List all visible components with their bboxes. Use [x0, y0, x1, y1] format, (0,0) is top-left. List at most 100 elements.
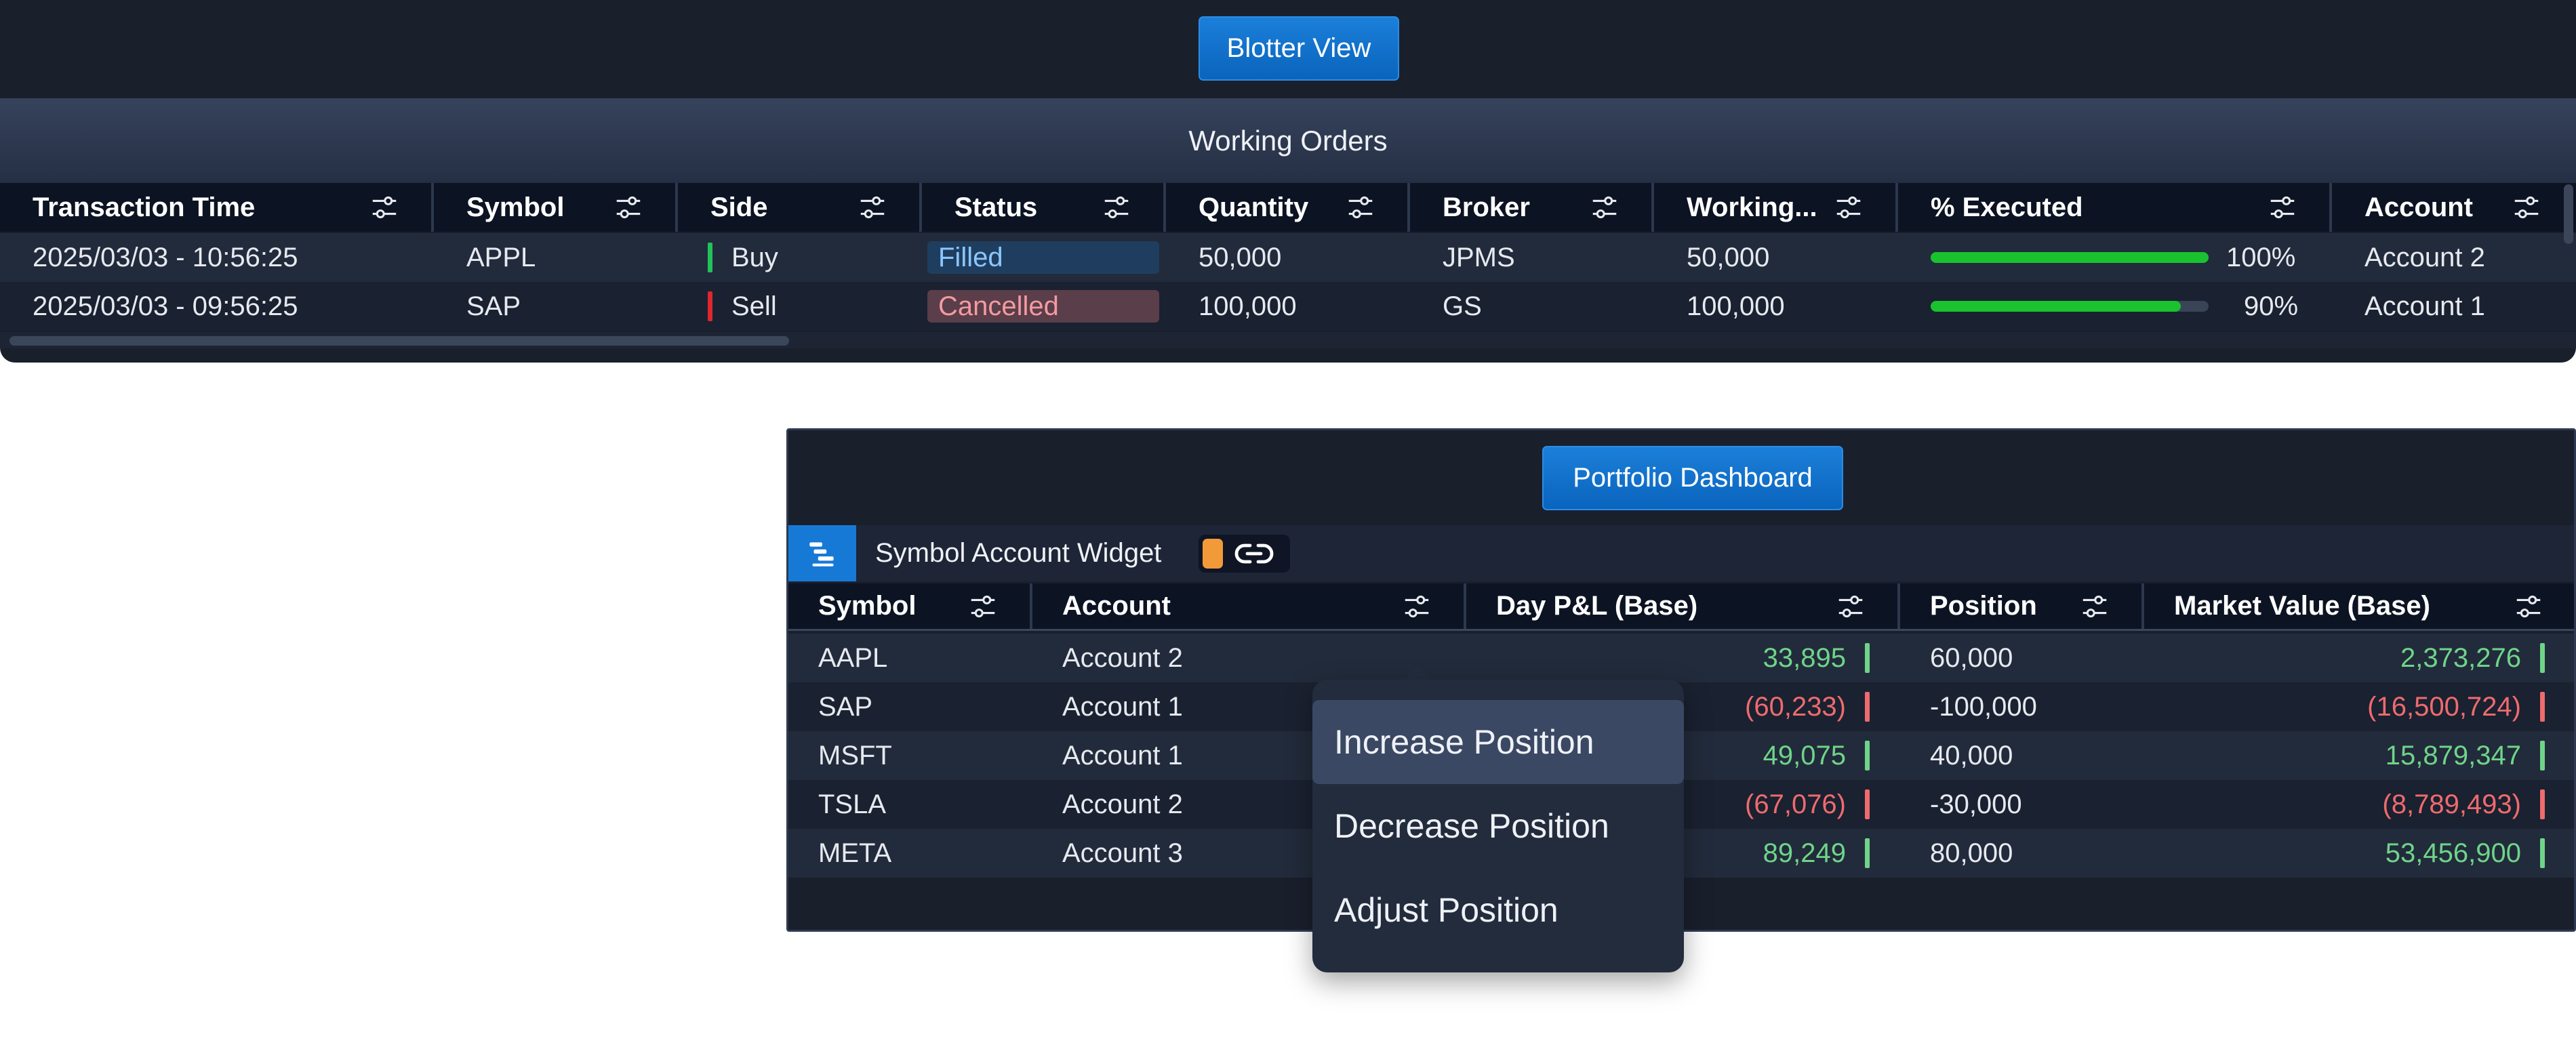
horizontal-scrollbar[interactable]	[0, 332, 2576, 348]
symbol-cell: AAPL	[818, 642, 888, 673]
vertical-scrollbar[interactable]	[2564, 184, 2573, 244]
market-value-indicator	[2540, 643, 2545, 673]
column-resizer[interactable]	[1464, 583, 1466, 629]
account-cell: Account 2	[1062, 789, 1183, 819]
pnl-indicator	[1865, 838, 1870, 868]
filter-icon[interactable]	[369, 192, 400, 223]
day-pnl-cell: 33,895	[1763, 642, 1846, 673]
table-row[interactable]: 2025/03/03 - 09:56:25 SAP Sell Cancelled…	[0, 282, 2576, 331]
column-resizer[interactable]	[1407, 183, 1410, 232]
quantity-cell: 100,000	[1199, 291, 1297, 321]
column-resizer[interactable]	[1897, 583, 1900, 629]
executed-label: 90%	[2244, 291, 2299, 321]
filter-icon[interactable]	[613, 192, 644, 223]
column-resizer[interactable]	[919, 183, 922, 232]
working-cell: 100,000	[1687, 291, 1785, 321]
table-row[interactable]: AAPL Account 2 33,895 60,000 2,373,276	[788, 634, 2574, 682]
column-resizer[interactable]	[2329, 183, 2332, 232]
pnl-indicator	[1865, 789, 1870, 819]
blotter-view-button[interactable]: Blotter View	[1199, 16, 1399, 81]
column-header-market-value[interactable]: Market Value (Base)	[2174, 583, 2430, 629]
context-menu-pointer	[1403, 666, 1433, 681]
filter-icon[interactable]	[1589, 192, 1620, 223]
table-row[interactable]: 2025/03/03 - 10:56:25 APPL Buy Filled 50…	[0, 233, 2576, 282]
portfolio-dashboard-button[interactable]: Portfolio Dashboard	[1542, 446, 1843, 510]
status-badge: Cancelled	[927, 290, 1159, 323]
filter-icon[interactable]	[2511, 192, 2542, 223]
filter-icon[interactable]	[857, 192, 888, 223]
link-toggle[interactable]	[1199, 535, 1290, 573]
market-value-cell: 2,373,276	[2400, 642, 2521, 673]
symbol-cell: APPL	[466, 242, 536, 272]
filter-icon[interactable]	[2079, 591, 2110, 622]
working-orders-title: Working Orders	[0, 98, 2576, 183]
market-value-cell: 15,879,347	[2385, 740, 2521, 770]
column-header-broker[interactable]: Broker	[1443, 183, 1530, 232]
symbol-cell: TSLA	[818, 789, 887, 819]
filter-icon[interactable]	[1835, 591, 1866, 622]
column-resizer[interactable]	[2141, 583, 2144, 629]
column-header-position[interactable]: Position	[1930, 583, 2037, 629]
column-resizer[interactable]	[1163, 183, 1166, 232]
pnl-indicator	[1865, 692, 1870, 722]
link-icon	[1234, 543, 1274, 564]
transaction-time-cell: 2025/03/03 - 10:56:25	[33, 242, 298, 272]
filter-icon[interactable]	[2513, 591, 2544, 622]
menu-item-decrease-position[interactable]: Decrease Position	[1312, 784, 1684, 868]
side-cell: Buy	[708, 233, 778, 282]
widget-title: Symbol Account Widget	[875, 538, 1162, 568]
menu-item-increase-position[interactable]: Increase Position	[1312, 700, 1684, 784]
executed-progress-bar	[1931, 301, 2209, 312]
column-header-executed[interactable]: % Executed	[1931, 183, 2083, 232]
blotter-panel: Blotter View Working Orders Transaction …	[0, 0, 2576, 363]
widget-icon	[809, 541, 834, 567]
position-cell: -30,000	[1930, 789, 2022, 819]
account-cell: Account 1	[1062, 740, 1183, 770]
column-header-symbol[interactable]: Symbol	[818, 583, 916, 629]
column-header-day-pnl[interactable]: Day P&L (Base)	[1496, 583, 1697, 629]
menu-item-adjust-position[interactable]: Adjust Position	[1312, 868, 1684, 952]
column-header-status[interactable]: Status	[954, 183, 1037, 232]
executed-label: 100%	[2226, 242, 2296, 272]
column-header-symbol[interactable]: Symbol	[466, 183, 564, 232]
column-header-working[interactable]: Working...	[1687, 183, 1817, 232]
executed-progress-fill	[1931, 252, 2209, 263]
filter-icon[interactable]	[1345, 192, 1376, 223]
column-header-transaction-time[interactable]: Transaction Time	[33, 183, 255, 232]
symbol-cell: META	[818, 838, 892, 868]
widget-toolbar: Symbol Account Widget	[788, 525, 2574, 581]
market-value-indicator	[2540, 741, 2545, 770]
market-value-cell: 53,456,900	[2385, 838, 2521, 868]
account-cell: Account 2	[2364, 242, 2485, 272]
filter-icon[interactable]	[1101, 192, 1132, 223]
widget-menu-button[interactable]	[788, 525, 856, 581]
market-value-indicator	[2540, 838, 2545, 868]
column-resizer[interactable]	[675, 183, 678, 232]
portfolio-header-row: Symbol Account Day P&L (Base) Position M…	[788, 583, 2574, 631]
market-value-indicator	[2540, 789, 2545, 819]
column-resizer[interactable]	[1651, 183, 1654, 232]
market-value-cell: (8,789,493)	[2382, 789, 2521, 819]
column-header-account[interactable]: Account	[1062, 583, 1171, 629]
position-cell: 60,000	[1930, 642, 2013, 673]
column-header-account[interactable]: Account	[2364, 183, 2473, 232]
account-cell: Account 3	[1062, 838, 1183, 868]
position-cell: -100,000	[1930, 691, 2037, 722]
side-label: Sell	[731, 291, 777, 321]
filter-icon[interactable]	[1401, 591, 1432, 622]
filter-icon[interactable]	[2267, 192, 2298, 223]
column-resizer[interactable]	[1030, 583, 1032, 629]
pnl-indicator	[1865, 643, 1870, 673]
column-resizer[interactable]	[1895, 183, 1898, 232]
side-cell: Sell	[708, 282, 777, 331]
market-value-indicator	[2540, 692, 2545, 722]
filter-icon[interactable]	[967, 591, 999, 622]
column-header-side[interactable]: Side	[710, 183, 767, 232]
scrollbar-thumb[interactable]	[9, 336, 789, 346]
day-pnl-cell: (67,076)	[1745, 789, 1846, 819]
filter-icon[interactable]	[1833, 192, 1864, 223]
sell-indicator	[708, 291, 712, 321]
column-header-quantity[interactable]: Quantity	[1199, 183, 1308, 232]
column-resizer[interactable]	[431, 183, 434, 232]
broker-cell: JPMS	[1443, 242, 1515, 272]
